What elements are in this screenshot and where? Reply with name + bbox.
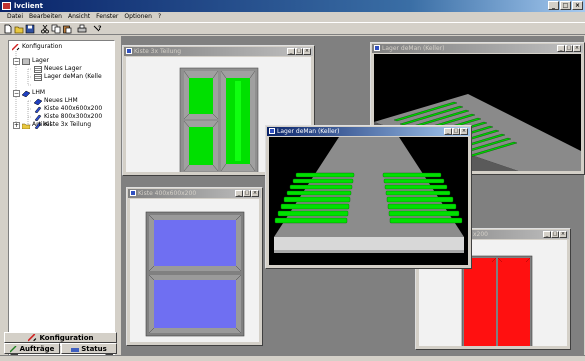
- window-title-bar[interactable]: Kiste 3x Teilung _ □ ×: [124, 47, 313, 56]
- window-kiste-400x600x200[interactable]: Kiste 400x600x200 _ □ ×: [126, 187, 263, 346]
- maximize-button[interactable]: □: [452, 128, 460, 135]
- close-button[interactable]: ×: [303, 48, 311, 55]
- folder-icon: [22, 58, 30, 65]
- menu-bar: Datei Bearbeiten Ansicht Fenster Optione…: [0, 12, 585, 22]
- tree-item-neues-lhm[interactable]: Neues LHM: [34, 97, 78, 105]
- status-bar: [0, 355, 585, 361]
- box-icon: [126, 48, 132, 54]
- window-title-bar[interactable]: Lager deMan (Keller) _ □ ×: [372, 44, 583, 53]
- tree-item-label: Lager deMan (Kelle: [44, 73, 102, 80]
- lhm-icon: [22, 90, 30, 97]
- auftraege-button[interactable]: Aufträge: [4, 343, 60, 354]
- box-icon: [34, 106, 42, 113]
- orders-icon: [9, 345, 17, 352]
- minimize-button[interactable]: _: [444, 128, 452, 135]
- tree-item-lager[interactable]: Lager: [22, 57, 49, 65]
- new-icon[interactable]: [3, 24, 13, 34]
- tree-item-label: Artikel: [32, 121, 52, 128]
- tree-item-kiste-800[interactable]: Kiste 800x300x200: [34, 113, 102, 121]
- folder-icon: [22, 123, 30, 129]
- window-lager-deman-front[interactable]: Lager deMan (Keller) _ □ ×: [265, 125, 472, 269]
- svg-text:?: ?: [98, 25, 102, 32]
- box-icon: [130, 190, 136, 196]
- save-icon[interactable]: [25, 24, 35, 34]
- toolbar: ?: [0, 22, 585, 35]
- window-title: Lager deMan (Keller): [277, 128, 340, 135]
- menu-fenster[interactable]: Fenster: [93, 12, 121, 22]
- window-title-bar[interactable]: Kiste 400x600x200 _ □ ×: [128, 189, 261, 198]
- close-button[interactable]: ×: [573, 45, 581, 52]
- rack-icon: [34, 65, 42, 73]
- minimize-button[interactable]: _: [543, 231, 551, 238]
- open-icon[interactable]: [14, 24, 24, 34]
- menu-optionen[interactable]: Optionen: [121, 12, 155, 22]
- window-title: x200: [473, 231, 489, 238]
- menu-datei[interactable]: Datei: [4, 12, 26, 22]
- rack-icon: [374, 45, 380, 51]
- box-icon: [34, 114, 42, 121]
- lhm-icon: [34, 98, 42, 105]
- window-title: Kiste 400x600x200: [138, 190, 197, 197]
- konfiguration-button[interactable]: Konfiguration: [4, 332, 117, 343]
- tree-item-label: Konfiguration: [22, 43, 63, 50]
- status-label: Status: [81, 345, 107, 353]
- tree-item-label: Neues LHM: [44, 97, 78, 104]
- help-icon[interactable]: ?: [92, 24, 102, 34]
- config-icon: [12, 43, 20, 50]
- minimize-button[interactable]: _: [235, 190, 243, 197]
- maximize-button[interactable]: □: [565, 45, 573, 52]
- close-button[interactable]: ×: [251, 190, 259, 197]
- auftraege-label: Aufträge: [19, 345, 55, 353]
- close-button[interactable]: ×: [559, 231, 567, 238]
- tree-item-lager-deman[interactable]: Lager deMan (Kelle: [34, 73, 102, 81]
- tree-item-label: Kiste 800x300x200: [44, 113, 103, 120]
- window-canvas[interactable]: [269, 137, 468, 265]
- menu-help[interactable]: ?: [155, 12, 164, 22]
- window-title-bar[interactable]: Lager deMan (Keller) _ □ ×: [267, 127, 470, 136]
- configuration-pane: Konfiguration − Lager Neues Lager Lager …: [2, 36, 119, 356]
- tree-item-kiste-400[interactable]: Kiste 400x600x200: [34, 105, 102, 113]
- close-button[interactable]: ×: [572, 1, 583, 10]
- window-canvas[interactable]: [130, 199, 259, 342]
- window-title: Kiste 3x Teilung: [134, 48, 182, 55]
- config-tree[interactable]: Konfiguration − Lager Neues Lager Lager …: [8, 40, 115, 356]
- status-icon: [71, 347, 80, 352]
- collapse-lhm-toggle[interactable]: −: [13, 90, 20, 97]
- menu-ansicht[interactable]: Ansicht: [65, 12, 93, 22]
- tree-item-artikel[interactable]: Artikel: [22, 121, 51, 129]
- maximize-button[interactable]: □: [243, 190, 251, 197]
- paste-icon[interactable]: [62, 24, 72, 34]
- status-button[interactable]: Status: [61, 343, 117, 354]
- rack-icon: [34, 73, 42, 81]
- maximize-button[interactable]: □: [551, 231, 559, 238]
- app-title: lvclient: [14, 2, 43, 10]
- app-title-bar: lvclient _ □ ×: [0, 0, 585, 12]
- minimize-button[interactable]: _: [287, 48, 295, 55]
- print-icon[interactable]: [77, 24, 87, 34]
- rack-icon: [269, 128, 275, 134]
- maximize-button[interactable]: □: [560, 1, 571, 10]
- maximize-button[interactable]: □: [295, 48, 303, 55]
- copy-icon[interactable]: [51, 24, 61, 34]
- expand-artikel-toggle[interactable]: +: [13, 122, 20, 129]
- tree-item-konfiguration[interactable]: Konfiguration: [12, 43, 62, 51]
- tree-item-lhm[interactable]: LHM: [22, 89, 45, 97]
- konfiguration-label: Konfiguration: [39, 334, 94, 342]
- config-icon: [26, 333, 36, 342]
- tree-item-label: Lager: [32, 57, 49, 64]
- window-title: Lager deMan (Keller): [382, 45, 445, 52]
- tree-item-neues-lager[interactable]: Neues Lager: [34, 65, 82, 73]
- minimize-button[interactable]: _: [557, 45, 565, 52]
- collapse-lager-toggle[interactable]: −: [13, 58, 20, 65]
- warehouse-3d-view: [274, 137, 464, 253]
- tree-item-label: LHM: [32, 89, 46, 96]
- app-icon: [2, 2, 11, 10]
- menu-bearbeiten[interactable]: Bearbeiten: [26, 12, 65, 22]
- cut-icon[interactable]: [40, 24, 50, 34]
- minimize-button[interactable]: _: [548, 1, 559, 10]
- tree-item-label: Neues Lager: [44, 65, 82, 72]
- close-button[interactable]: ×: [460, 128, 468, 135]
- tree-item-label: Kiste 400x600x200: [44, 105, 103, 112]
- box-3d-view: [145, 211, 245, 337]
